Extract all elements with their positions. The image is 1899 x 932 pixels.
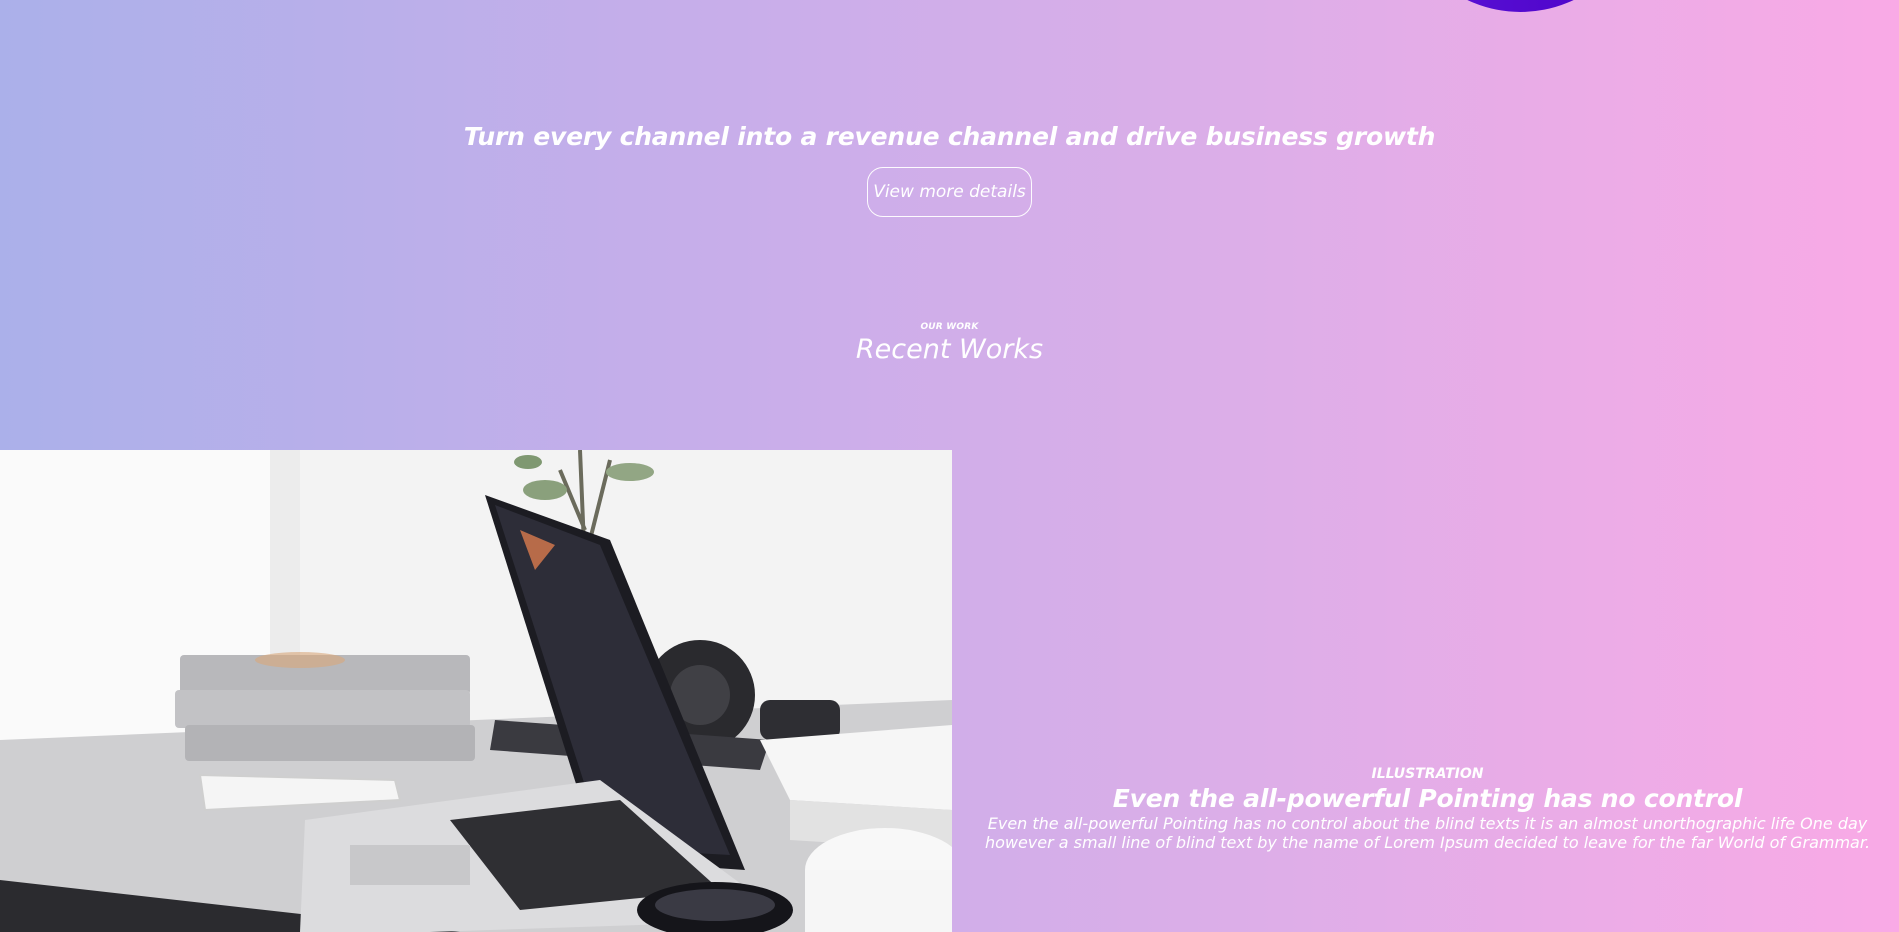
view-more-details-button[interactable]: View more details bbox=[867, 167, 1032, 217]
work-title[interactable]: Even the all-powerful Pointing has no co… bbox=[980, 784, 1875, 813]
laptop-desk-illustration bbox=[0, 450, 952, 932]
hero-section: Turn every channel into a revenue channe… bbox=[0, 122, 1899, 217]
work-details: ILLUSTRATION Even the all-powerful Point… bbox=[980, 766, 1875, 852]
work-description: Even the all-powerful Pointing has no co… bbox=[984, 814, 1871, 852]
work-category[interactable]: ILLUSTRATION bbox=[980, 766, 1875, 782]
section-title: Recent Works bbox=[855, 334, 1044, 365]
work-image[interactable] bbox=[0, 450, 952, 932]
recent-works-header: OUR WORK Recent Works bbox=[0, 322, 1899, 365]
section-eyebrow: OUR WORK bbox=[920, 322, 979, 332]
decorative-circle bbox=[1398, 0, 1643, 12]
hero-title: Turn every channel into a revenue channe… bbox=[463, 122, 1436, 151]
